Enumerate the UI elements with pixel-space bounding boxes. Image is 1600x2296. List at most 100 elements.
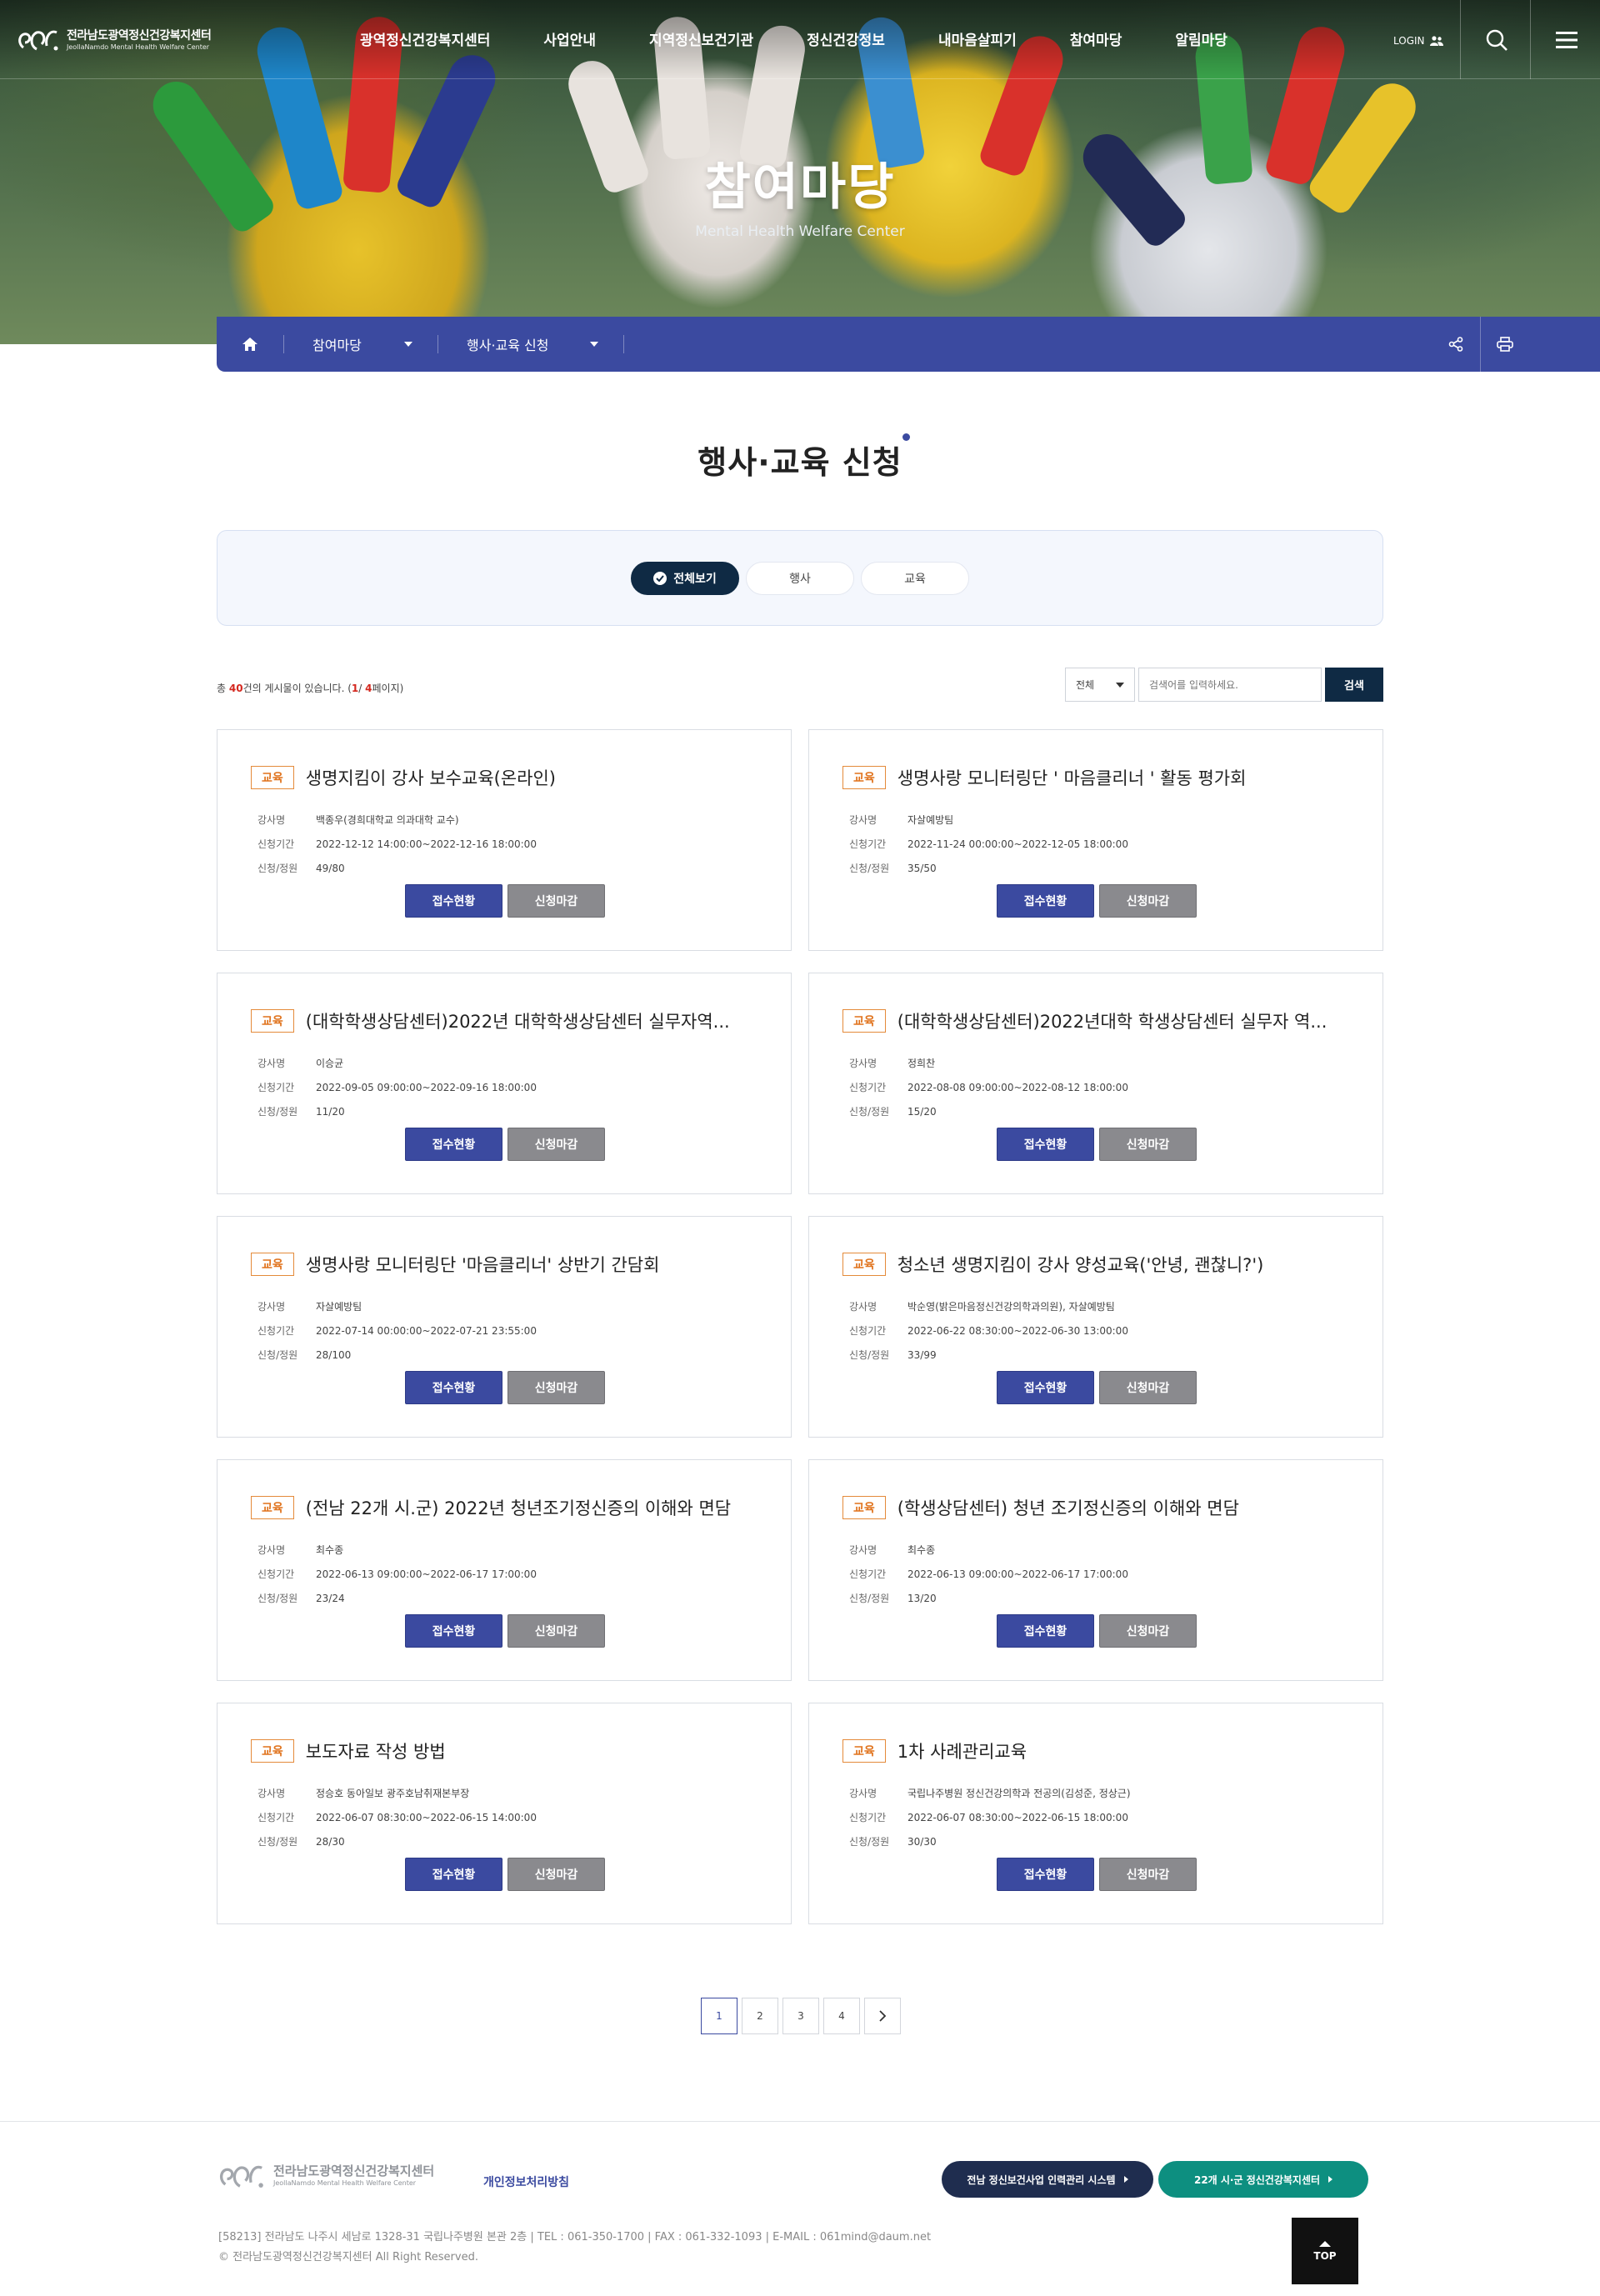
application-status-button[interactable]: 접수현황 — [405, 884, 502, 918]
application-closed-button[interactable]: 신청마감 — [1099, 1614, 1197, 1648]
application-closed-button[interactable]: 신청마감 — [1099, 1128, 1197, 1161]
application-closed-button[interactable]: 신청마감 — [508, 1371, 605, 1404]
hr-system-label: 전남 정신보건사업 인력관리 시스템 — [967, 2173, 1116, 2186]
search-input[interactable] — [1138, 668, 1322, 702]
application-status-button[interactable]: 접수현황 — [997, 1858, 1094, 1891]
application-closed-button[interactable]: 신청마감 — [1099, 1858, 1197, 1891]
nav-item-local-institutions[interactable]: 지역정신보건기관 — [622, 28, 780, 49]
instructor-value: 정희찬 — [908, 1058, 936, 1069]
application-closed-button[interactable]: 신청마감 — [1099, 884, 1197, 918]
event-card[interactable]: 교육 (대학학생상담센터)2022년대학 학생상담센터 실무자 역... 강사명 정희… — [808, 973, 1383, 1194]
card-title-link[interactable]: (학생상담센터) 청년 조기정신증의 이해와 면담 — [898, 1495, 1239, 1520]
application-status-button[interactable]: 접수현황 — [997, 884, 1094, 918]
event-card[interactable]: 교육 생명지킴이 강사 보수교육(온라인) 강사명 백종우(경희대학교 의과대학 교수… — [217, 729, 792, 951]
privacy-policy-link[interactable]: 개인정보처리방침 — [483, 2173, 569, 2190]
instructor-value: 백종우(경희대학교 의과대학 교수) — [316, 814, 459, 826]
search-scope-select[interactable]: 전체 — [1065, 668, 1135, 702]
card-title-link[interactable]: 1차 사례관리교육 — [898, 1738, 1027, 1763]
period-value: 2022-06-07 08:30:00~2022-06-15 18:00:00 — [908, 1812, 1128, 1823]
application-status-button[interactable]: 접수현황 — [997, 1614, 1094, 1648]
application-status-button[interactable]: 접수현황 — [997, 1371, 1094, 1404]
card-title-link[interactable]: 생명사랑 모니터링단 ' 마음클리너 ' 활동 평가회 — [898, 765, 1247, 790]
nav-item-center[interactable]: 광역정신건강복지센터 — [333, 28, 517, 49]
breadcrumb-dropdown-page[interactable]: 행사·교육 신청 — [438, 317, 623, 372]
tab-education[interactable]: 교육 — [861, 561, 969, 595]
card-title-link[interactable]: 생명지킴이 강사 보수교육(온라인) — [306, 765, 556, 790]
search-icon — [1486, 29, 1508, 51]
application-status-button[interactable]: 접수현황 — [405, 1858, 502, 1891]
application-status-button[interactable]: 접수현황 — [997, 1128, 1094, 1161]
card-meta: 강사명 박순영(밝은마음정신건강의학과의원), 자살예방팀 신청기간 2022-06-… — [849, 1295, 1349, 1368]
card-title-link[interactable]: (대학학생상담센터)2022년 대학학생상담센터 실무자역... — [306, 1008, 730, 1033]
capacity-label: 신청/정원 — [849, 1349, 890, 1361]
nav-item-self-check[interactable]: 내마음살피기 — [912, 28, 1043, 49]
print-button[interactable] — [1480, 317, 1528, 372]
application-closed-button[interactable]: 신청마감 — [508, 884, 605, 918]
login-label: LOGIN — [1393, 35, 1425, 47]
instructor-label: 강사명 — [849, 1301, 878, 1313]
application-closed-button[interactable]: 신청마감 — [1099, 1371, 1197, 1404]
footer-info: [58213] 전라남도 나주시 세남로 1328-31 국립나주병원 본관 2… — [218, 2228, 931, 2268]
search-submit-button[interactable]: 검색 — [1325, 668, 1383, 702]
application-status-button[interactable]: 접수현황 — [405, 1614, 502, 1648]
next-page-button[interactable] — [864, 1998, 901, 2034]
card-meta: 강사명 백종우(경희대학교 의과대학 교수) 신청기간 2022-12-12 14:0… — [258, 808, 758, 881]
page-3-button[interactable]: 3 — [782, 1998, 819, 2034]
event-card[interactable]: 교육 1차 사례관리교육 강사명 국립나주병원 정신건강의학과 전공의(김성준, 정상… — [808, 1703, 1383, 1924]
capacity-label: 신청/정원 — [258, 1593, 298, 1604]
instructor-label: 강사명 — [258, 1544, 286, 1556]
card-meta: 강사명 자살예방팀 신청기간 2022-07-14 00:00:00~2022-07-… — [258, 1295, 758, 1368]
application-closed-button[interactable]: 신청마감 — [508, 1128, 605, 1161]
pagination: 1 2 3 4 — [701, 1998, 901, 2034]
event-card[interactable]: 교육 청소년 생명지킴이 강사 양성교육('안녕, 괜찮니?') 강사명 박순영(밝은… — [808, 1216, 1383, 1438]
application-status-button[interactable]: 접수현황 — [405, 1371, 502, 1404]
capacity-value: 23/24 — [316, 1593, 345, 1604]
scroll-top-button[interactable]: TOP — [1292, 2218, 1358, 2284]
period-label: 신청기간 — [849, 1812, 887, 1823]
card-title-link[interactable]: 청소년 생명지킴이 강사 양성교육('안녕, 괜찮니?') — [898, 1252, 1264, 1277]
site-logo[interactable]: 전라남도광역정신건강복지센터 JeollaNamdo Mental Health… — [15, 21, 212, 56]
tab-event[interactable]: 행사 — [746, 561, 854, 595]
application-closed-button[interactable]: 신청마감 — [508, 1858, 605, 1891]
menu-button[interactable] — [1530, 0, 1600, 79]
period-label: 신청기간 — [258, 1812, 295, 1823]
period-label: 신청기간 — [849, 1568, 887, 1580]
share-button[interactable] — [1432, 317, 1480, 372]
nav-item-mental-health-info[interactable]: 정신건강정보 — [780, 28, 912, 49]
application-closed-button[interactable]: 신청마감 — [508, 1614, 605, 1648]
event-card[interactable]: 교육 생명사랑 모니터링단 '마음클리너' 상반기 간담회강사명 자살예방팀 신청기간… — [217, 1216, 792, 1438]
login-link[interactable]: LOGIN — [1393, 35, 1443, 47]
event-card[interactable]: 교육 (학생상담센터) 청년 조기정신증의 이해와 면담 강사명 최수종 신청기간 202… — [808, 1459, 1383, 1681]
card-title-link[interactable]: (전남 22개 시.군) 2022년 청년조기정신증의 이해와 면담 — [306, 1495, 731, 1520]
caret-down-icon — [590, 342, 598, 347]
footer-logo: 전라남도광역정신건강복지센터 JeollaNamdo Mental Health… — [215, 2155, 434, 2193]
card-title-link[interactable]: (대학학생상담센터)2022년대학 학생상담센터 실무자 역... — [898, 1008, 1328, 1033]
local-centers-label: 22개 시·군 정신건강복지센터 — [1193, 2173, 1321, 2186]
category-badge: 교육 — [251, 1009, 294, 1033]
event-card[interactable]: 교육 (대학학생상담센터)2022년 대학학생상담센터 실무자역... 강사명 이승균… — [217, 973, 792, 1194]
period-label: 신청기간 — [849, 1082, 887, 1093]
page-2-button[interactable]: 2 — [742, 1998, 778, 2034]
nav-item-notices[interactable]: 알림마당 — [1148, 28, 1254, 49]
instructor-value: 정승호 동아일보 광주호남취재본부장 — [316, 1788, 470, 1799]
page-1-button[interactable]: 1 — [701, 1998, 738, 2034]
category-badge: 교육 — [842, 1009, 886, 1033]
local-centers-button[interactable]: 22개 시·군 정신건강복지센터 — [1158, 2161, 1368, 2198]
hr-system-button[interactable]: 전남 정신보건사업 인력관리 시스템 — [942, 2161, 1153, 2198]
card-title-link[interactable]: 보도자료 작성 방법 — [306, 1738, 446, 1763]
home-button[interactable] — [217, 317, 283, 372]
tab-all[interactable]: 전체보기 — [631, 561, 739, 595]
nav-item-participation[interactable]: 참여마당 — [1043, 28, 1149, 49]
event-card[interactable]: 교육 (전남 22개 시.군) 2022년 청년조기정신증의 이해와 면담 강사명 최… — [217, 1459, 792, 1681]
search-button[interactable] — [1460, 0, 1532, 79]
breadcrumb-dropdown-section[interactable]: 참여마당 — [284, 317, 438, 372]
event-card[interactable]: 교육 생명사랑 모니터링단 ' 마음클리너 ' 활동 평가회 강사명 자살예방팀 신청기… — [808, 729, 1383, 951]
sub-navigation: 참여마당 행사·교육 신청 — [217, 317, 1600, 372]
application-status-button[interactable]: 접수현황 — [405, 1128, 502, 1161]
event-card[interactable]: 교육 보도자료 작성 방법 강사명 정승호 동아일보 광주호남취재본부장 신청기간 202… — [217, 1703, 792, 1924]
page-4-button[interactable]: 4 — [823, 1998, 860, 2034]
nav-item-business[interactable]: 사업안내 — [517, 28, 622, 49]
card-title-link[interactable]: 생명사랑 모니터링단 '마음클리너' 상반기 간담회 — [306, 1252, 660, 1277]
category-badge: 교육 — [251, 1253, 294, 1276]
card-meta: 강사명 자살예방팀 신청기간 2022-11-24 00:00:00~2022-12-… — [849, 808, 1349, 881]
